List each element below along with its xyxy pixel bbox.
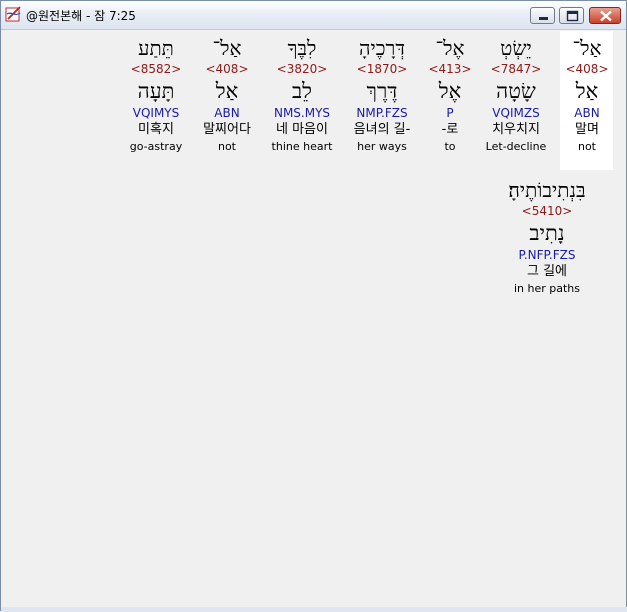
english-gloss: not — [217, 140, 236, 153]
hebrew-word: דְּרָכֶיהָ — [359, 36, 405, 60]
lemma: נָתִיב — [529, 221, 565, 245]
morphology-code[interactable]: ABN — [196, 105, 258, 121]
english-gloss: go-astray — [129, 140, 183, 153]
close-button[interactable] — [589, 7, 621, 24]
english-gloss: Let-decline — [485, 140, 547, 153]
morphology-code[interactable]: P.NFP.FZS — [484, 247, 610, 263]
hebrew-word: בִּנְתִיבוֹתֶיהָ׃ — [508, 178, 586, 202]
lemma: תָּעָה — [137, 79, 175, 103]
maximize-icon — [566, 10, 579, 22]
word-5[interactable]: אַל־ <408> אַל ABN 말찌어다 not — [196, 35, 258, 154]
morphology-code[interactable]: NMP.FZS — [344, 105, 420, 121]
word-4[interactable]: לִבֶּךָ <3820> לֵב NMS.MYS 네 마음이 thine h… — [266, 35, 338, 154]
korean-gloss: 치우치지 — [492, 122, 540, 137]
morphology-code[interactable]: P — [428, 105, 472, 121]
maximize-button[interactable] — [559, 7, 584, 24]
english-gloss: thine heart — [271, 140, 333, 153]
english-gloss: not — [577, 140, 596, 153]
korean-gloss: 말찌어다 — [203, 122, 251, 137]
strong-number[interactable]: <413> — [428, 61, 472, 77]
korean-gloss: 미혹지 — [138, 122, 174, 137]
app-logo-icon — [5, 6, 23, 24]
korean-gloss: 말며 — [575, 122, 599, 137]
word-0[interactable]: אַל־ <408> אַל ABN 말며 not — [558, 35, 616, 154]
title-bar[interactable]: @원전본해 - 잠 7:25 — [1, 1, 626, 30]
close-icon — [600, 10, 612, 22]
korean-gloss: 네 마음이 — [276, 122, 328, 137]
strong-number[interactable]: <7847> — [480, 61, 552, 77]
hebrew-word: יֵשְׂטְ — [500, 36, 532, 60]
korean-gloss: 음녀의 길- — [353, 122, 411, 137]
english-gloss: in her paths — [513, 282, 581, 295]
word-1[interactable]: יֵשְׂטְ <7847> שָׂטָה VQIMZS 치우치지 Let-de… — [480, 35, 552, 154]
lemma: אֶל — [438, 79, 462, 103]
window-title: @원전본해 - 잠 7:25 — [26, 9, 136, 23]
english-gloss: to — [444, 140, 456, 153]
morphology-code[interactable]: NMS.MYS — [266, 105, 338, 121]
hebrew-word: אַל־ — [212, 36, 242, 60]
strong-number[interactable]: <1870> — [344, 61, 420, 77]
lemma: אַל — [215, 79, 239, 103]
strong-number[interactable]: <408> — [558, 61, 616, 77]
strong-number[interactable]: <8582> — [124, 61, 188, 77]
strong-number[interactable]: <5410> — [484, 203, 610, 219]
verse-view[interactable]: אַל־ <408> אַל ABN 말며 not יֵשְׂטְ <7847>… — [4, 29, 623, 608]
strong-number[interactable]: <3820> — [266, 61, 338, 77]
hebrew-word: לִבֶּךָ — [287, 36, 317, 60]
app-window: @원전본해 - 잠 7:25 אַל־ <408> אַל ABN 말며 not… — [0, 0, 627, 612]
hebrew-word: אַל־ — [572, 36, 602, 60]
lemma: אַל — [575, 79, 599, 103]
lemma: לֵב — [292, 79, 312, 103]
word-3[interactable]: דְּרָכֶיהָ <1870> דֶּרֶךְ NMP.FZS 음녀의 길-… — [344, 35, 420, 154]
hebrew-word: אֶל־ — [435, 36, 465, 60]
korean-gloss: 그 길에 — [526, 264, 567, 279]
strong-number[interactable]: <408> — [196, 61, 258, 77]
word-7[interactable]: בִּנְתִיבוֹתֶיהָ׃ <5410> נָתִיב P.NFP.FZ… — [484, 177, 610, 296]
minimize-icon — [539, 17, 548, 20]
minimize-button[interactable] — [530, 7, 555, 24]
english-gloss: her ways — [357, 140, 407, 153]
morphology-code[interactable]: VQIMYS — [124, 105, 188, 121]
window-bottom-border — [1, 607, 627, 612]
hebrew-word: תֵּתַע — [138, 36, 174, 60]
lemma: שָׂטָה — [496, 79, 536, 103]
word-2[interactable]: אֶל־ <413> אֶל P -로 to — [428, 35, 472, 154]
lemma: דֶּרֶךְ — [366, 79, 398, 103]
morphology-code[interactable]: ABN — [558, 105, 616, 121]
word-6[interactable]: תֵּתַע <8582> תָּעָה VQIMYS 미혹지 go-astra… — [124, 35, 188, 154]
morphology-code[interactable]: VQIMZS — [480, 105, 552, 121]
korean-gloss: -로 — [441, 122, 459, 137]
